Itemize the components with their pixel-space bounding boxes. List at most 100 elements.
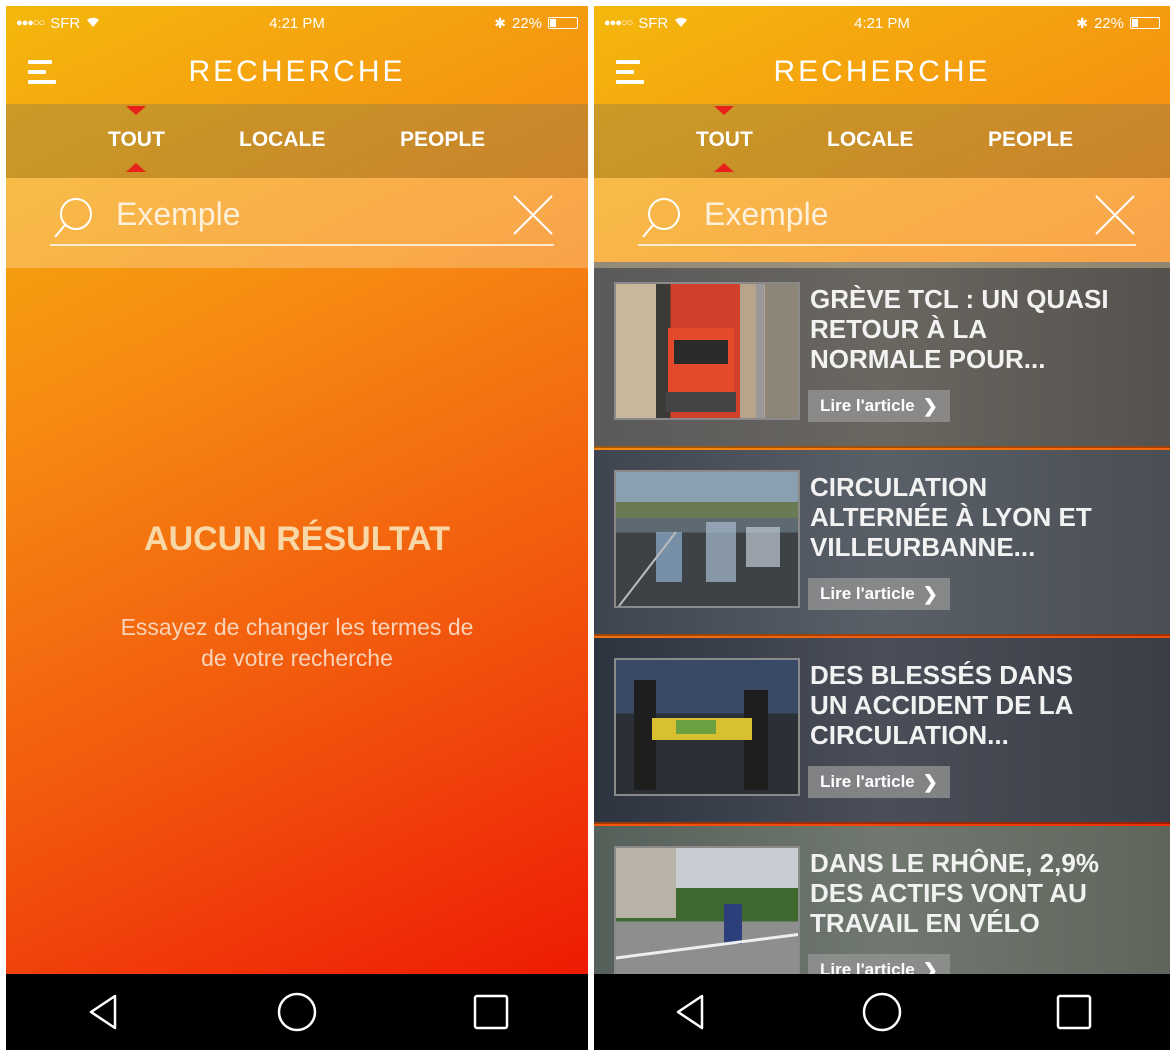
search-input[interactable] bbox=[116, 192, 456, 236]
status-time: 4:21 PM bbox=[854, 14, 910, 32]
search-icon[interactable] bbox=[640, 194, 686, 240]
read-article-label: Lire l'article bbox=[820, 772, 915, 791]
article-title-line: CIRCULATION... bbox=[810, 720, 1009, 750]
article-title-line: NORMALE POUR... bbox=[810, 344, 1046, 374]
chevron-right-icon: ❯ bbox=[922, 771, 938, 792]
search-underline bbox=[638, 244, 1136, 246]
tab-indicator-top bbox=[714, 106, 735, 115]
battery-icon bbox=[1130, 17, 1160, 29]
tab-tout[interactable]: TOUT bbox=[108, 106, 165, 172]
result-item[interactable]: GRÈVE TCL : UN QUASI RETOUR À LA NORMALE… bbox=[594, 262, 1170, 448]
close-icon[interactable] bbox=[510, 192, 556, 238]
signal-strength-icon: ●●●○○ bbox=[604, 17, 633, 29]
article-title-line: ALTERNÉE À LYON ET bbox=[810, 502, 1092, 532]
article-title[interactable]: DANS LE RHÔNE, 2,9% DES ACTIFS VONT AU T… bbox=[810, 848, 1166, 938]
search-bar bbox=[594, 178, 1170, 268]
tab-indicator-bottom bbox=[714, 163, 735, 172]
read-article-button[interactable]: Lire l'article ❯ bbox=[808, 954, 950, 974]
tab-bar: TOUT LOCALE PEOPLE bbox=[6, 104, 588, 178]
tab-label: TOUT bbox=[696, 128, 753, 151]
back-triangle-icon[interactable] bbox=[660, 987, 720, 1037]
article-title-line: VILLEURBANNE... bbox=[810, 532, 1036, 562]
read-article-label: Lire l'article bbox=[820, 396, 915, 415]
article-title-line: CIRCULATION bbox=[810, 472, 988, 502]
article-thumbnail[interactable] bbox=[614, 282, 800, 420]
tab-label: PEOPLE bbox=[400, 128, 486, 151]
tab-indicator-top bbox=[126, 106, 147, 115]
tab-bar: TOUT LOCALE PEOPLE bbox=[594, 104, 1170, 178]
chevron-right-icon: ❯ bbox=[922, 395, 938, 416]
status-bar: ●●●○○ SFR 4:21 PM ✱ 22% bbox=[6, 6, 588, 40]
page-title: RECHERCHE bbox=[188, 55, 406, 88]
recents-square-icon[interactable] bbox=[1044, 987, 1104, 1037]
tab-label: LOCALE bbox=[827, 128, 914, 151]
search-underline bbox=[50, 244, 554, 246]
back-triangle-icon[interactable] bbox=[73, 987, 133, 1037]
home-circle-icon[interactable] bbox=[852, 987, 912, 1037]
bluetooth-icon: ✱ bbox=[494, 14, 506, 31]
search-icon[interactable] bbox=[52, 194, 98, 240]
empty-state-message: Essayez de changer les termes de de votr… bbox=[66, 612, 528, 674]
home-circle-icon[interactable] bbox=[267, 987, 327, 1037]
tab-locale[interactable]: LOCALE bbox=[827, 128, 913, 152]
search-bar bbox=[6, 178, 588, 268]
article-title-line: RETOUR À LA bbox=[810, 314, 988, 344]
article-thumbnail[interactable] bbox=[614, 470, 800, 608]
carrier-label: SFR bbox=[50, 14, 81, 32]
tab-people[interactable]: PEOPLE bbox=[988, 128, 1073, 152]
article-title[interactable]: CIRCULATION ALTERNÉE À LYON ET VILLEURBA… bbox=[810, 472, 1166, 562]
chevron-right-icon: ❯ bbox=[922, 583, 938, 604]
article-title-line: DES BLESSÉS DANS bbox=[810, 660, 1073, 690]
hamburger-menu-icon[interactable] bbox=[28, 60, 62, 90]
read-article-label: Lire l'article bbox=[820, 960, 915, 974]
empty-state-line: Essayez de changer les termes de bbox=[120, 614, 474, 640]
article-title-line: DES ACTIFS VONT AU bbox=[810, 878, 1087, 908]
tab-people[interactable]: PEOPLE bbox=[400, 128, 485, 152]
read-article-button[interactable]: Lire l'article ❯ bbox=[808, 766, 950, 798]
read-article-button[interactable]: Lire l'article ❯ bbox=[808, 390, 950, 422]
android-nav-bar bbox=[594, 974, 1170, 1050]
page-title: RECHERCHE bbox=[773, 55, 991, 88]
article-title[interactable]: DES BLESSÉS DANS UN ACCIDENT DE LA CIRCU… bbox=[810, 660, 1166, 750]
signal-strength-icon: ●●●○○ bbox=[16, 17, 45, 29]
result-item[interactable]: CIRCULATION ALTERNÉE À LYON ET VILLEURBA… bbox=[594, 450, 1170, 636]
tab-tout[interactable]: TOUT bbox=[696, 106, 753, 172]
app-header: RECHERCHE bbox=[6, 40, 588, 104]
empty-state-title: AUCUN RÉSULTAT bbox=[144, 520, 450, 558]
hamburger-menu-icon[interactable] bbox=[616, 60, 650, 90]
result-item[interactable]: DANS LE RHÔNE, 2,9% DES ACTIFS VONT AU T… bbox=[594, 826, 1170, 974]
read-article-label: Lire l'article bbox=[820, 584, 915, 603]
carrier-label: SFR bbox=[638, 14, 669, 32]
wifi-icon bbox=[674, 15, 688, 32]
battery-percent: 22% bbox=[511, 14, 542, 32]
status-time: 4:21 PM bbox=[269, 14, 325, 32]
article-title-line: UN ACCIDENT DE LA bbox=[810, 690, 1074, 720]
results-list: GRÈVE TCL : UN QUASI RETOUR À LA NORMALE… bbox=[594, 262, 1170, 974]
status-bar: ●●●○○ SFR 4:21 PM ✱ 22% bbox=[594, 6, 1170, 40]
android-nav-bar bbox=[6, 974, 588, 1050]
result-item[interactable]: DES BLESSÉS DANS UN ACCIDENT DE LA CIRCU… bbox=[594, 638, 1170, 824]
phone-screen-results: ●●●○○ SFR 4:21 PM ✱ 22% RECHERCHE TOUT L… bbox=[594, 6, 1170, 1050]
article-thumbnail[interactable] bbox=[614, 846, 800, 974]
wifi-icon bbox=[86, 15, 100, 32]
article-thumbnail[interactable] bbox=[614, 658, 800, 796]
empty-state-line: de votre recherche bbox=[201, 645, 393, 671]
tab-locale[interactable]: LOCALE bbox=[239, 128, 325, 152]
tab-label: LOCALE bbox=[239, 128, 326, 151]
article-title-line: DANS LE RHÔNE, 2,9% bbox=[810, 848, 1099, 878]
phone-screen-empty: ●●●○○ SFR 4:21 PM ✱ 22% RECHERCHE TOUT L… bbox=[6, 6, 588, 1050]
chevron-right-icon: ❯ bbox=[922, 959, 938, 975]
tab-label: TOUT bbox=[108, 128, 165, 151]
bluetooth-icon: ✱ bbox=[1076, 14, 1088, 31]
battery-percent: 22% bbox=[1093, 14, 1124, 32]
article-title[interactable]: GRÈVE TCL : UN QUASI RETOUR À LA NORMALE… bbox=[810, 284, 1166, 374]
search-input[interactable] bbox=[704, 192, 1044, 236]
tab-indicator-bottom bbox=[126, 163, 147, 172]
article-title-line: GRÈVE TCL : UN QUASI bbox=[810, 284, 1109, 314]
read-article-button[interactable]: Lire l'article ❯ bbox=[808, 578, 950, 610]
battery-icon bbox=[548, 17, 578, 29]
article-title-line: TRAVAIL EN VÉLO bbox=[810, 908, 1040, 938]
recents-square-icon[interactable] bbox=[461, 987, 521, 1037]
app-header: RECHERCHE bbox=[594, 40, 1170, 104]
close-icon[interactable] bbox=[1092, 192, 1138, 238]
